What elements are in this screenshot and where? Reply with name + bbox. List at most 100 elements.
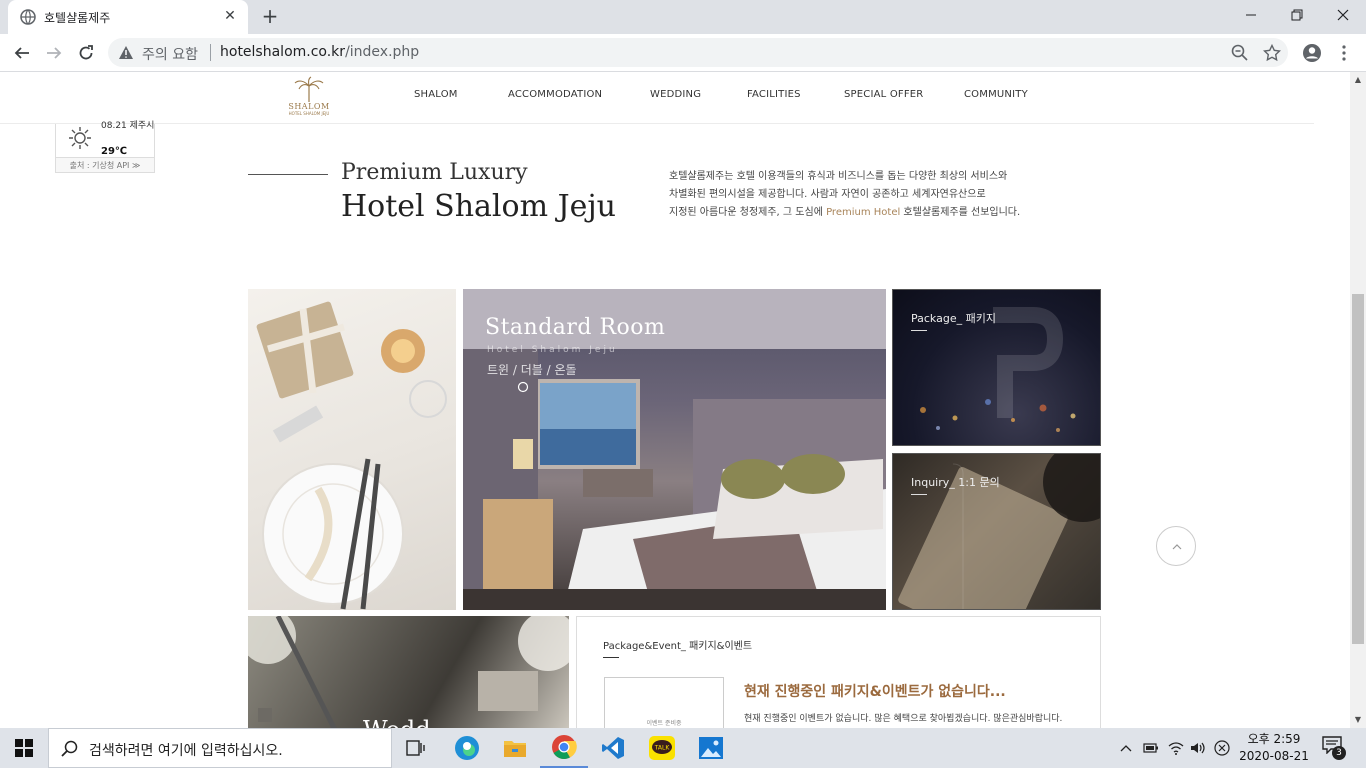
premium-hotel-highlight: Premium Hotel bbox=[826, 207, 901, 218]
weather-temperature: 29℃ bbox=[101, 146, 128, 157]
task-view-icon bbox=[406, 740, 425, 756]
nav-wedding[interactable]: WEDDING bbox=[650, 89, 701, 100]
package-event-box: Package&Event_ 패키지&이벤트 이벤트 준비중 현재 진행중인 패… bbox=[576, 616, 1101, 728]
vscode-icon bbox=[602, 737, 624, 759]
nav-facilities[interactable]: FACILITIES bbox=[747, 89, 801, 100]
star-icon[interactable] bbox=[1263, 44, 1281, 62]
intro-desc-line: 차별화된 편의시설을 제공합니다. 사람과 자연이 공존하고 세계자연유산으로 bbox=[669, 189, 986, 200]
url-text[interactable]: hotelshalom.co.kr/index.php bbox=[220, 44, 419, 60]
address-bar[interactable]: 주의 요함 hotelshalom.co.kr/index.php bbox=[108, 38, 1288, 67]
taskbar-photos[interactable] bbox=[687, 728, 735, 768]
tab-title: 호텔샬롬제주 bbox=[44, 11, 111, 25]
tile-gift-image[interactable] bbox=[248, 289, 456, 610]
ime-icon[interactable] bbox=[1214, 740, 1230, 756]
logo-subtitle: HOTEL SHALOM JEJU bbox=[288, 111, 330, 116]
sun-icon bbox=[69, 127, 91, 149]
taskbar-file-explorer[interactable] bbox=[491, 728, 539, 768]
reload-icon bbox=[79, 45, 93, 60]
taskbar-search[interactable]: 검색하려면 여기에 입력하십시오. bbox=[48, 728, 392, 768]
site-logo[interactable]: SHALOM HOTEL SHALOM JEJU bbox=[286, 76, 332, 118]
warning-icon bbox=[119, 46, 133, 59]
wifi-icon[interactable] bbox=[1168, 740, 1184, 756]
tray-chevron-up-icon[interactable] bbox=[1118, 740, 1134, 756]
action-center-button[interactable]: 3 bbox=[1322, 736, 1348, 760]
folder-icon bbox=[504, 741, 526, 757]
taskbar-edge[interactable] bbox=[443, 728, 491, 768]
windows-taskbar: 검색하려면 여기에 입력하십시오. TALK 오후 2:59 2020-08-2… bbox=[0, 728, 1366, 768]
nav-shalom[interactable]: SHALOM bbox=[414, 89, 458, 100]
start-button[interactable] bbox=[0, 728, 48, 768]
minimize-button[interactable] bbox=[1228, 0, 1274, 30]
taskbar-chrome[interactable] bbox=[540, 728, 588, 768]
gift-table-image bbox=[256, 301, 447, 610]
event-heading[interactable]: 현재 진행중인 패키지&이벤트가 없습니다... bbox=[744, 681, 1006, 701]
profile-button[interactable] bbox=[1300, 41, 1324, 65]
search-placeholder: 검색하려면 여기에 입력하십시오. bbox=[89, 743, 283, 759]
weather-source-link[interactable]: 출처 : 기상청 API ≫ bbox=[56, 157, 154, 172]
globe-icon bbox=[20, 9, 36, 25]
back-button[interactable] bbox=[10, 41, 34, 65]
edge-icon bbox=[455, 736, 479, 760]
menu-button[interactable] bbox=[1332, 41, 1356, 65]
chrome-icon bbox=[552, 735, 577, 760]
scroll-down-arrow-icon[interactable]: ▼ bbox=[1350, 712, 1366, 728]
intro-description: 호텔샬롬제주는 호텔 이용객들의 휴식과 비즈니스를 돕는 다양한 최상의 서비… bbox=[669, 168, 1049, 222]
weather-widget: 08.21 제주시 29℃ 출처 : 기상청 API ≫ bbox=[55, 121, 155, 173]
nav-accommodation[interactable]: ACCOMMODATION bbox=[508, 89, 602, 100]
page-scrollbar[interactable]: ▲ ▼ bbox=[1350, 72, 1366, 728]
page-viewport: SHALOM HOTEL SHALOM JEJU SHALOM ACCOMMOD… bbox=[0, 72, 1350, 728]
logo-text: SHALOM bbox=[288, 102, 330, 111]
taskbar-kakaotalk[interactable]: TALK bbox=[638, 728, 686, 768]
clock-time: 오후 2:59 bbox=[1247, 732, 1301, 746]
event-thumbnail[interactable]: 이벤트 준비중 bbox=[604, 677, 724, 728]
battery-icon[interactable] bbox=[1143, 740, 1159, 756]
security-label[interactable]: 주의 요함 bbox=[142, 44, 198, 64]
task-view-button[interactable] bbox=[392, 728, 440, 768]
event-section-title: Package&Event_ 패키지&이벤트 bbox=[603, 641, 753, 652]
weather-datetime: 08.21 제주시 bbox=[101, 121, 155, 131]
clock-date: 2020-08-21 bbox=[1239, 749, 1309, 763]
wedding-image bbox=[248, 616, 569, 728]
new-tab-button[interactable]: + bbox=[258, 5, 282, 29]
omnibox-separator bbox=[210, 44, 211, 61]
scroll-thumb[interactable] bbox=[1352, 294, 1364, 644]
scroll-to-top-button[interactable] bbox=[1156, 526, 1196, 566]
windows-logo-icon bbox=[15, 739, 33, 757]
close-window-button[interactable] bbox=[1320, 0, 1366, 30]
browser-toolbar: 주의 요함 hotelshalom.co.kr/index.php bbox=[0, 34, 1366, 72]
tab-close-icon[interactable]: ✕ bbox=[222, 8, 238, 24]
taskbar-vscode[interactable] bbox=[589, 728, 637, 768]
photos-icon bbox=[699, 737, 723, 759]
notification-badge: 3 bbox=[1332, 746, 1346, 760]
chevron-up-icon bbox=[1172, 544, 1182, 550]
zoom-icon[interactable] bbox=[1231, 44, 1249, 62]
browser-tab-strip: 호텔샬롬제주 ✕ + bbox=[0, 0, 1366, 34]
url-path: /index.php bbox=[345, 44, 420, 60]
volume-icon[interactable] bbox=[1190, 740, 1206, 756]
reload-button[interactable] bbox=[74, 41, 98, 65]
intro-desc-line: 지정된 아름다운 청정제주, 그 도심에 Premium Hotel 호텔샬롬제… bbox=[669, 204, 1049, 222]
nav-special-offer[interactable]: SPECIAL OFFER bbox=[844, 89, 923, 100]
account-icon bbox=[1303, 44, 1321, 62]
svg-text:TALK: TALK bbox=[654, 745, 671, 752]
intro-desc-line: 호텔샬롬제주는 호텔 이용객들의 휴식과 비즈니스를 돕는 다양한 최상의 서비… bbox=[669, 171, 1008, 182]
restore-icon bbox=[1291, 9, 1303, 21]
tile-package[interactable]: Package_ 패키지 bbox=[892, 289, 1101, 446]
wedding-label: Wedd bbox=[363, 716, 431, 728]
tile-standard-room[interactable]: Standard Room Hotel Shalom Jeju 트윈 / 더블 … bbox=[463, 289, 886, 610]
minimize-icon bbox=[1246, 14, 1256, 16]
close-icon bbox=[1337, 9, 1349, 21]
intro-desc-text: 지정된 아름다운 청정제주, 그 도심에 bbox=[669, 207, 827, 218]
intro-subtitle: Premium Luxury bbox=[341, 160, 528, 185]
scroll-up-arrow-icon[interactable]: ▲ bbox=[1350, 72, 1366, 88]
browser-tab[interactable]: 호텔샬롬제주 ✕ bbox=[8, 0, 248, 34]
arrow-right-icon bbox=[47, 47, 62, 59]
intro-divider bbox=[248, 174, 328, 175]
forward-button[interactable] bbox=[42, 41, 66, 65]
restore-button[interactable] bbox=[1274, 0, 1320, 30]
nav-community[interactable]: COMMUNITY bbox=[964, 89, 1028, 100]
site-header: SHALOM HOTEL SHALOM JEJU SHALOM ACCOMMOD… bbox=[0, 72, 1314, 124]
taskbar-clock[interactable]: 오후 2:59 2020-08-21 bbox=[1236, 731, 1312, 765]
tile-inquiry[interactable]: Inquiry_ 1:1 문의 bbox=[892, 453, 1101, 610]
tile-wedding[interactable]: Wedd bbox=[248, 616, 569, 728]
